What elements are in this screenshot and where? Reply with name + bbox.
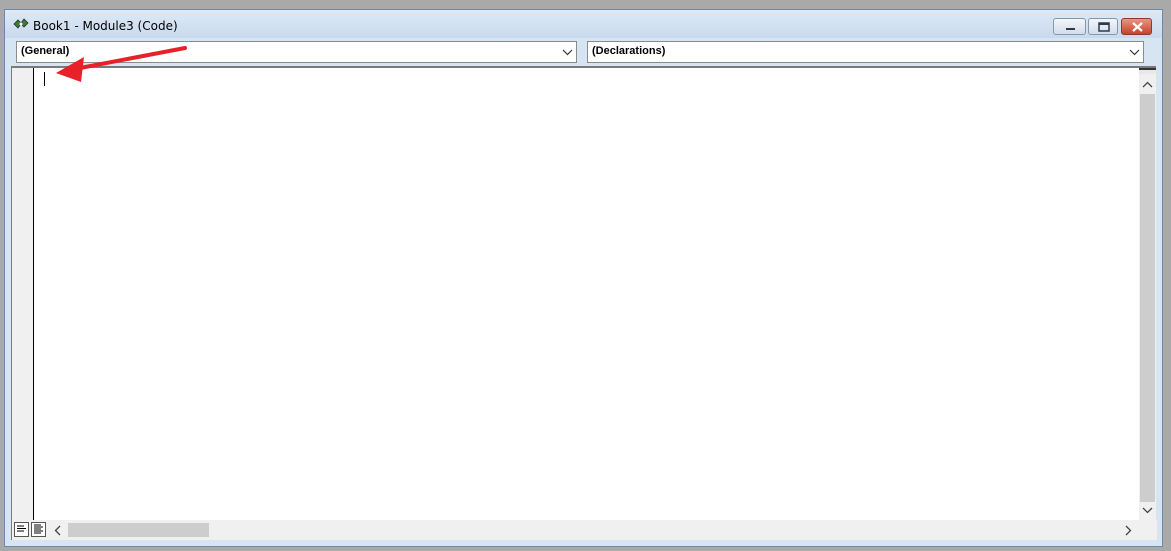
vertical-scrollbar[interactable] (1139, 68, 1156, 520)
procedure-dropdown[interactable]: (Declarations) (587, 41, 1144, 63)
restore-icon (1098, 22, 1110, 32)
code-window: Book1 - Module3 (Code) (General) (Declar… (4, 9, 1163, 547)
window-title: Book1 - Module3 (Code) (33, 19, 178, 33)
procedure-view-icon (17, 525, 26, 532)
bottom-bar (12, 520, 1157, 540)
minimize-button[interactable] (1053, 18, 1086, 35)
margin-indicator-bar[interactable] (12, 68, 34, 520)
close-icon (1132, 22, 1143, 32)
code-pane (11, 66, 1157, 540)
vba-code-icon (13, 18, 29, 29)
full-module-view-icon (34, 524, 43, 534)
combo-toolbar: (General) (Declarations) (5, 38, 1162, 66)
horizontal-scrollbar[interactable] (50, 520, 1136, 540)
procedure-view-button[interactable] (14, 522, 29, 537)
scroll-left-icon[interactable] (50, 522, 67, 539)
scroll-right-icon[interactable] (1119, 522, 1136, 539)
chevron-down-icon (1129, 49, 1140, 56)
object-dropdown-value: (General) (21, 45, 70, 57)
object-dropdown[interactable]: (General) (16, 41, 577, 63)
text-cursor (44, 72, 45, 86)
horizontal-scroll-thumb[interactable] (68, 523, 209, 537)
scroll-up-icon[interactable] (1139, 76, 1156, 93)
title-bar[interactable]: Book1 - Module3 (Code) (5, 10, 1162, 38)
minimize-icon (1066, 28, 1075, 30)
code-editor[interactable] (34, 68, 1136, 520)
vertical-scroll-thumb[interactable] (1140, 94, 1155, 502)
restore-button[interactable] (1088, 18, 1118, 35)
close-button[interactable] (1121, 18, 1152, 35)
split-bar[interactable] (1139, 68, 1156, 74)
procedure-dropdown-value: (Declarations) (592, 45, 666, 57)
full-module-view-button[interactable] (31, 522, 46, 537)
chevron-down-icon (562, 49, 573, 56)
scroll-down-icon[interactable] (1139, 502, 1156, 519)
